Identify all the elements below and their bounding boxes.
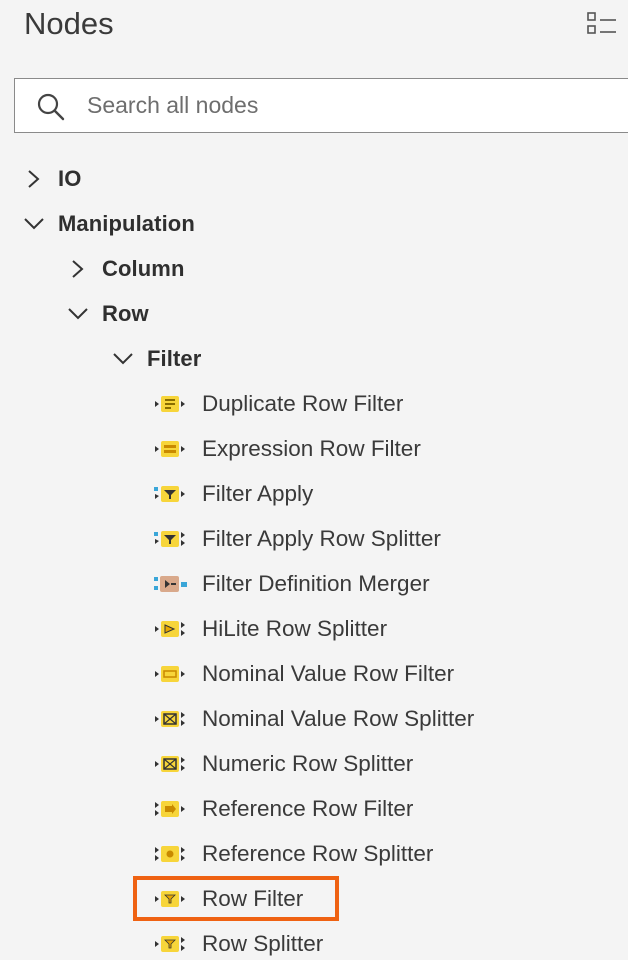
search-box: [14, 78, 628, 133]
tree-node-label: Filter Apply: [202, 481, 314, 506]
filter-apply-row-splitter-icon: [154, 528, 188, 550]
panel-title: Nodes: [24, 6, 114, 41]
tree-category-label: Row: [102, 301, 149, 326]
tree-category-label: Column: [102, 256, 185, 281]
row-filter-icon: [154, 888, 188, 910]
tree-node-label: Expression Row Filter: [202, 436, 421, 461]
tree-node-filter-apply-row-splitter[interactable]: Filter Apply Row Splitter: [154, 517, 441, 561]
numeric-row-splitter-icon: [154, 753, 188, 775]
search-input[interactable]: [87, 79, 627, 132]
tree-node-label: Row Filter: [202, 886, 304, 911]
tree-node-reference-row-splitter[interactable]: Reference Row Splitter: [154, 832, 433, 876]
chevron-down-icon: [66, 302, 90, 326]
list-view-icon[interactable]: [586, 10, 618, 38]
tree-node-numeric-row-splitter[interactable]: Numeric Row Splitter: [154, 742, 413, 786]
search-icon: [37, 93, 65, 121]
tree-node-reference-row-filter[interactable]: Reference Row Filter: [154, 787, 413, 831]
hilite-row-splitter-icon: [154, 618, 188, 640]
tree-category-row[interactable]: Row: [66, 292, 149, 336]
chevron-down-icon: [111, 347, 135, 371]
tree-node-filter-definition-merger[interactable]: Filter Definition Merger: [154, 562, 430, 606]
node-repository-panel: Nodes IO Manipulation: [0, 0, 628, 960]
row-splitter-icon: [154, 933, 188, 955]
tree-node-label: Reference Row Splitter: [202, 841, 434, 866]
tree-node-label: Row Splitter: [202, 931, 324, 956]
reference-row-filter-icon: [154, 798, 188, 820]
tree-category-label: Filter: [147, 346, 202, 371]
tree-node-label: Numeric Row Splitter: [202, 751, 414, 776]
tree-node-label: Filter Apply Row Splitter: [202, 526, 441, 551]
nominal-value-row-splitter-icon: [154, 708, 188, 730]
tree-node-nominal-value-row-splitter[interactable]: Nominal Value Row Splitter: [154, 697, 474, 741]
tree-category-label: Manipulation: [58, 211, 195, 236]
tree-node-label: Duplicate Row Filter: [202, 391, 404, 416]
tree-category-label: IO: [58, 166, 82, 191]
tree-node-row-filter[interactable]: Row Filter: [154, 877, 303, 921]
tree-category-manipulation[interactable]: Manipulation: [22, 202, 195, 246]
tree-node-label: HiLite Row Splitter: [202, 616, 388, 641]
chevron-right-icon: [66, 257, 90, 281]
expression-row-filter-icon: [154, 438, 188, 460]
tree-node-label: Nominal Value Row Splitter: [202, 706, 475, 731]
chevron-down-icon: [22, 212, 46, 236]
tree-category-column[interactable]: Column: [66, 247, 184, 291]
tree-node-row-splitter[interactable]: Row Splitter: [154, 922, 323, 960]
tree-node-label: Reference Row Filter: [202, 796, 414, 821]
tree-node-expression-row-filter[interactable]: Expression Row Filter: [154, 427, 421, 471]
reference-row-splitter-icon: [154, 843, 188, 865]
tree-node-label: Nominal Value Row Filter: [202, 661, 455, 686]
tree-node-nominal-value-row-filter[interactable]: Nominal Value Row Filter: [154, 652, 454, 696]
duplicate-row-filter-icon: [154, 393, 188, 415]
panel-header: Nodes: [0, 0, 628, 60]
nominal-value-row-filter-icon: [154, 663, 188, 685]
tree-category-io[interactable]: IO: [22, 157, 81, 201]
tree-category-filter[interactable]: Filter: [111, 337, 201, 381]
chevron-right-icon: [22, 167, 46, 191]
filter-definition-merger-icon: [154, 573, 188, 595]
tree-node-filter-apply[interactable]: Filter Apply: [154, 472, 313, 516]
tree-node-duplicate-row-filter[interactable]: Duplicate Row Filter: [154, 382, 403, 426]
tree-node-hilite-row-splitter[interactable]: HiLite Row Splitter: [154, 607, 387, 651]
tree-node-label: Filter Definition Merger: [202, 571, 430, 596]
filter-apply-icon: [154, 483, 188, 505]
